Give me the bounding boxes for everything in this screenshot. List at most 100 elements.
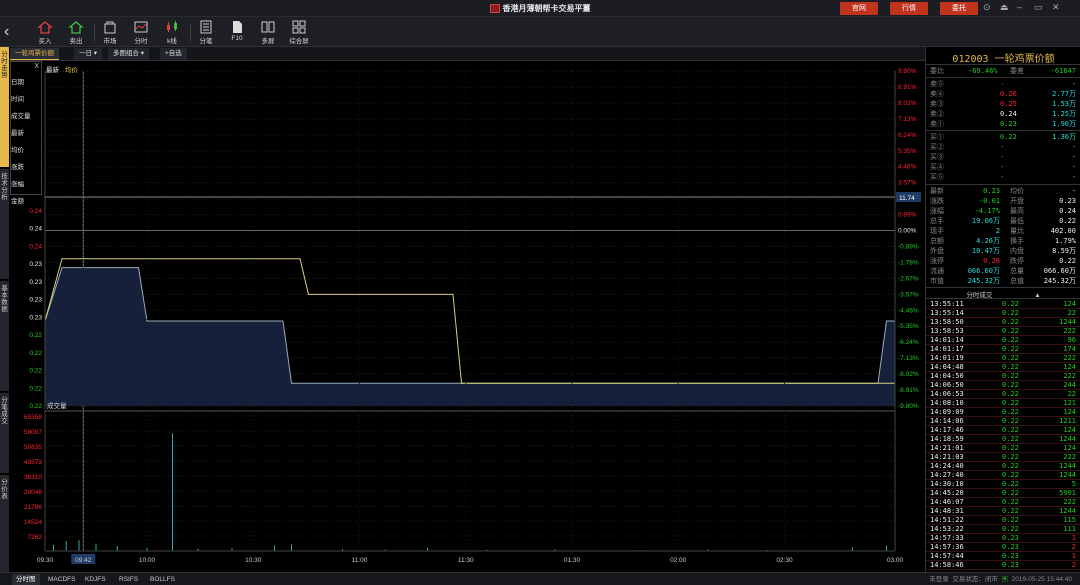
tab-symbol[interactable]: 一轮鸡票价额 bbox=[10, 48, 59, 60]
time-tick-label: 11:30 bbox=[458, 557, 474, 564]
minimize-icon[interactable]: – bbox=[1017, 2, 1022, 12]
volume-label: 成交量 bbox=[47, 401, 67, 410]
side-tab-technical[interactable]: 技术分析 bbox=[0, 169, 9, 279]
market-icon bbox=[104, 21, 116, 34]
quotes-button[interactable]: 行情 bbox=[890, 2, 928, 15]
volume-tick-label: 14524 bbox=[24, 519, 42, 526]
pct-tick-label: -7.13% bbox=[898, 355, 919, 362]
buy-icon bbox=[37, 21, 53, 34]
volume-tick-label: 65358 bbox=[24, 414, 42, 421]
app-logo-icon bbox=[489, 4, 500, 14]
period-select[interactable]: 一日 ▾ bbox=[74, 48, 103, 60]
time-tick-label: 09:42 bbox=[75, 557, 92, 564]
stat-row: 市值 245.32万 总值 245.32万 bbox=[930, 277, 1076, 285]
pct-tick-label: -2.67% bbox=[898, 275, 919, 282]
sell-label: 卖出 bbox=[69, 38, 83, 45]
market-button[interactable]: 市场 bbox=[95, 20, 125, 45]
pct-tick-label: 7.13% bbox=[898, 116, 917, 123]
official-site-button[interactable]: 官网 bbox=[840, 2, 878, 15]
time-tick-label: 10:30 bbox=[245, 557, 262, 564]
tab-rsi[interactable]: RSIFS bbox=[115, 574, 142, 585]
pct-tick-label: 9.80% bbox=[898, 68, 917, 75]
market-label: 市场 bbox=[103, 38, 117, 45]
status-info: 未登录 交易状态：闭市 ▣ 2019-05-25 15:44:40 bbox=[929, 576, 1072, 583]
f10-button[interactable]: F10 bbox=[222, 20, 252, 42]
pct-tick-label: -6.24% bbox=[898, 339, 919, 346]
stat-row: 现手 2 量比 402.00 bbox=[930, 227, 1076, 235]
chart-tab-bar: 一轮鸡票价额 一日 ▾ 多图组合 ▾ +自选 bbox=[10, 47, 925, 61]
tab-timeshare-chart[interactable]: 分时图 bbox=[12, 574, 40, 585]
pct-tick-label: -4.46% bbox=[898, 307, 919, 314]
layout-select[interactable]: 多图组合 ▾ bbox=[108, 48, 150, 60]
maximize-icon[interactable]: ▭ bbox=[1034, 2, 1043, 13]
ask-level-row: 卖② 0.24 1.25万 bbox=[930, 110, 1076, 118]
order-button[interactable]: 委托 bbox=[940, 2, 978, 15]
price-tick-label: 0.22 bbox=[29, 368, 42, 375]
settings-icon[interactable]: ⊙ bbox=[983, 2, 991, 13]
price-tick-label: 0.23 bbox=[29, 297, 42, 304]
dashboard-button[interactable]: 综合屏 bbox=[284, 20, 314, 45]
time-tick-label: 11:00 bbox=[352, 557, 368, 564]
crosshair-price: 11.74 bbox=[899, 195, 915, 202]
status-bar: 分时图 MACDFS KDJFS RSIFS BOLLFS 未登录 交易状态：闭… bbox=[0, 572, 1080, 585]
ticks-button[interactable]: 分笔 bbox=[191, 20, 221, 45]
time-tick-label: 09:30 bbox=[37, 557, 54, 564]
eject-icon[interactable]: ⏏ bbox=[1000, 2, 1009, 13]
price-tick-label: 0.22 bbox=[29, 385, 42, 392]
bid-level-row: 买④ - - bbox=[930, 163, 1076, 171]
info-pct-label: 涨幅 bbox=[11, 181, 24, 188]
side-tab-fundamental[interactable]: 基本数据 bbox=[0, 281, 9, 391]
ticks-icon bbox=[200, 20, 212, 34]
pct-tick-label: -0.89% bbox=[898, 243, 919, 250]
pct-tick-label: 4.46% bbox=[898, 164, 917, 171]
kline-button[interactable]: k线 bbox=[157, 20, 187, 45]
tab-kdj[interactable]: KDJFS bbox=[81, 574, 110, 585]
pct-tick-label: -8.02% bbox=[898, 371, 919, 378]
price-tick-label: 0.23 bbox=[29, 261, 42, 268]
add-watchlist-button[interactable]: +自选 bbox=[160, 48, 187, 60]
tab-macd[interactable]: MACDFS bbox=[44, 574, 79, 585]
side-tab-timeshare[interactable]: 分时走势 bbox=[0, 47, 9, 167]
tab-boll[interactable]: BOLLFS bbox=[146, 574, 179, 585]
pct-tick-label: -5.35% bbox=[898, 323, 919, 330]
stat-row: 最新 0.23 均价 - bbox=[930, 187, 1076, 195]
timeshare-icon bbox=[134, 21, 148, 33]
sell-button[interactable]: 卖出 bbox=[61, 20, 91, 45]
legend-avg: 均价 bbox=[64, 67, 78, 74]
volume-tick-label: 36310 bbox=[24, 474, 42, 481]
multiscreen-button[interactable]: 多屏 bbox=[253, 20, 283, 45]
ask-level-row: 卖④ 0.26 2.77万 bbox=[930, 90, 1076, 98]
f10-icon bbox=[233, 21, 242, 33]
ask-level-row: 卖⑤ - - bbox=[930, 80, 1076, 88]
info-date-label: 日期 bbox=[11, 79, 24, 86]
price-tick-label: 0.24 bbox=[29, 226, 42, 233]
timeshare-button[interactable]: 分时 bbox=[126, 20, 156, 45]
close-icon[interactable]: X bbox=[34, 63, 39, 70]
back-arrow-icon[interactable]: ‹ bbox=[4, 23, 9, 41]
timeshare-label: 分时 bbox=[134, 38, 148, 45]
quote-title: 012003 一轮鸡票价额 bbox=[952, 54, 1055, 65]
info-change-label: 涨跌 bbox=[11, 164, 24, 171]
time-tick-label: 01:30 bbox=[564, 557, 581, 564]
price-volume-chart[interactable]: 9.80% 8.91% 8.02% 7.13% 6.24% 5.35% 4.46% 3.57%… bbox=[10, 61, 925, 571]
volume-tick-label: 29048 bbox=[24, 489, 42, 496]
stat-row: 流通 066.60万 总量 066.60万 bbox=[930, 267, 1076, 275]
side-tab-ticks[interactable]: 分笔成交 bbox=[0, 393, 9, 473]
kline-label: k线 bbox=[167, 38, 177, 45]
price-tick-label: 0.23 bbox=[29, 314, 42, 321]
side-tab-price-table[interactable]: 分价表 bbox=[0, 475, 9, 572]
ask-level-row: 卖① 0.23 1.96万 bbox=[930, 120, 1076, 128]
stat-row: 涨幅 -4.17% 最高 0.24 bbox=[930, 207, 1076, 215]
info-avg-label: 均价 bbox=[11, 147, 24, 154]
pct-tick-label: 6.24% bbox=[898, 132, 917, 139]
stat-row: 涨跌 -0.01 开盘 0.23 bbox=[930, 197, 1076, 205]
ask-level-row: 卖③ 0.25 1.53万 bbox=[930, 100, 1076, 108]
pct-tick-label: -8.91% bbox=[898, 387, 919, 394]
quote-panel: 012003 一轮鸡票价额 委比 -69.46% 委差 -61647 卖⑤ - - 卖… bbox=[925, 47, 1080, 572]
info-time-label: 时间 bbox=[11, 96, 24, 103]
close-icon[interactable]: ✕ bbox=[1052, 2, 1060, 13]
buy-button[interactable]: 买入 bbox=[30, 20, 60, 45]
stat-row: 总额 4.26万 换手 1.79% bbox=[930, 237, 1076, 245]
bid-level-row: 买② - - bbox=[930, 143, 1076, 151]
pct-tick-label: 3.57% bbox=[898, 180, 917, 187]
